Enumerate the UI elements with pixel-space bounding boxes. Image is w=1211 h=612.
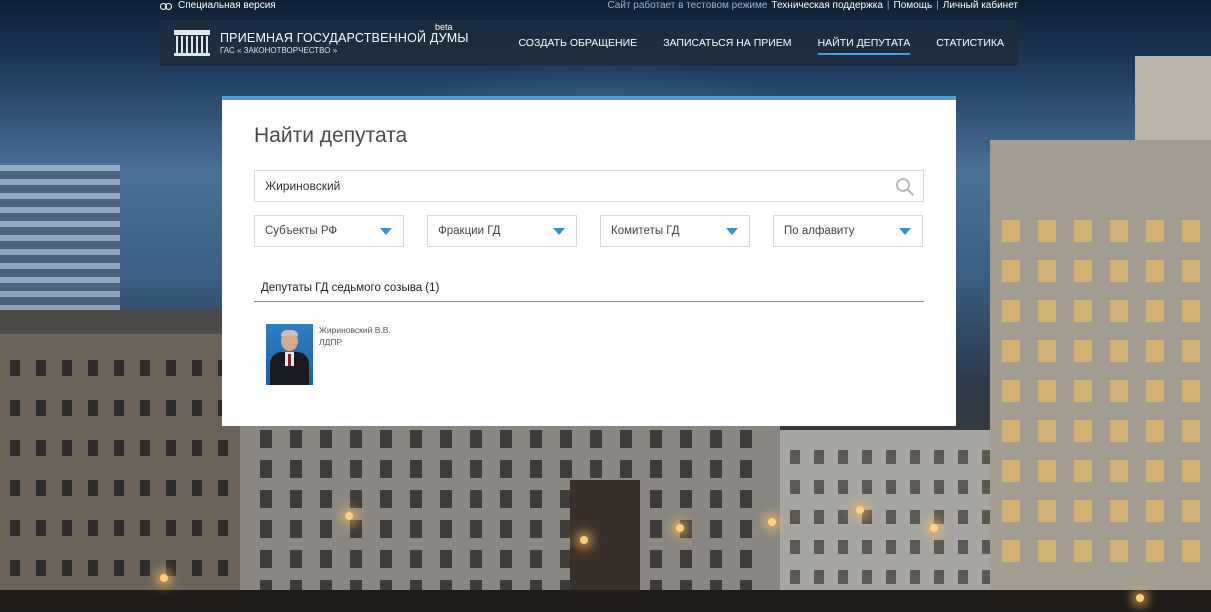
filter-label: Комитеты ГД [611, 225, 680, 237]
page-title: Найти депутата [254, 124, 408, 147]
deputy-result-item[interactable]: Жириновский В.В. ЛДПР [266, 324, 391, 385]
left-main-building [0, 310, 260, 612]
logo-subtitle: ГАС « ЗАКОНОТВОРЧЕСТВО » [220, 45, 338, 55]
glasses-icon [160, 2, 172, 10]
street [0, 590, 1211, 612]
nav-create-appeal[interactable]: СОЗДАТЬ ОБРАЩЕНИЕ [518, 33, 637, 53]
right-tower-top [1135, 56, 1211, 146]
logo-text: ПРИЕМНАЯ ГОСУДАРСТВЕННОЙ ДУМЫ ГАС « ЗАКО… [220, 31, 469, 56]
separator: | [886, 0, 890, 11]
separator: | [936, 0, 939, 11]
filter-subjects[interactable]: Субъекты РФ [254, 215, 404, 247]
street-light [1136, 594, 1144, 602]
logo-title: ПРИЕМНАЯ ГОСУДАРСТВЕННОЙ ДУМЫ [220, 30, 469, 45]
filter-committees[interactable]: Комитеты ГД [600, 215, 750, 247]
personal-account-link[interactable]: Личный кабинет [943, 0, 1018, 11]
main-nav: СОЗДАТЬ ОБРАЩЕНИЕ ЗАПИСАТЬСЯ НА ПРИЕМ НА… [518, 20, 1004, 66]
street-light [345, 512, 353, 520]
find-deputy-card: Найти депутата Субъекты РФ Фракции ГД Ко… [222, 96, 956, 426]
beta-badge: beta [435, 22, 453, 32]
search-input[interactable] [255, 171, 875, 201]
nav-statistics[interactable]: СТАТИСТИКА [936, 33, 1004, 53]
street-light [856, 506, 864, 514]
top-links: Сайт работает в тестовом режиме Техничес… [607, 0, 1018, 11]
deputy-party: ЛДПР [319, 337, 343, 347]
filter-label: Фракции ГД [438, 225, 501, 237]
test-mode-text: Сайт работает в тестовом режиме [607, 0, 768, 11]
mid-right-building [780, 430, 1010, 612]
filter-label: Субъекты РФ [265, 225, 338, 237]
street-light [930, 524, 938, 532]
chevron-down-icon [899, 228, 911, 235]
search-icon[interactable] [895, 177, 915, 197]
street-light [160, 574, 168, 582]
help-link[interactable]: Помощь [894, 0, 933, 11]
parliament-building-icon [174, 30, 210, 56]
top-utility-bar: Специальная версия Сайт работает в тесто… [160, 0, 1018, 14]
filter-row: Субъекты РФ Фракции ГД Комитеты ГД По ал… [254, 215, 924, 247]
filter-label: По алфавиту [784, 225, 855, 237]
street-light [768, 518, 776, 526]
special-version-link[interactable]: Специальная версия [160, 0, 276, 11]
chevron-down-icon [726, 228, 738, 235]
street-light [580, 536, 588, 544]
filter-factions[interactable]: Фракции ГД [427, 215, 577, 247]
tech-support-link[interactable]: Техническая поддержка [771, 0, 883, 11]
deputy-name[interactable]: Жириновский В.В. [319, 324, 391, 336]
street-light [676, 524, 684, 532]
site-logo[interactable]: ПРИЕМНАЯ ГОСУДАРСТВЕННОЙ ДУМЫ ГАС « ЗАКО… [174, 30, 469, 56]
nav-find-deputy[interactable]: НАЙТИ ДЕПУТАТА [817, 33, 910, 55]
chevron-down-icon [380, 228, 392, 235]
deputy-info: Жириновский В.В. ЛДПР [319, 324, 391, 385]
search-box [254, 170, 924, 202]
special-version-label: Специальная версия [178, 0, 276, 11]
site-header: ПРИЕМНАЯ ГОСУДАРСТВЕННОЙ ДУМЫ ГАС « ЗАКО… [160, 20, 1018, 66]
deputy-photo[interactable] [266, 324, 313, 385]
right-hotel-building [990, 140, 1211, 612]
nav-book-appointment[interactable]: ЗАПИСАТЬСЯ НА ПРИЕМ [663, 33, 791, 53]
chevron-down-icon [553, 228, 565, 235]
duma-building [240, 420, 780, 612]
filter-sort[interactable]: По алфавиту [773, 215, 923, 247]
results-section-title: Депутаты ГД седьмого созыва (1) [254, 282, 924, 302]
